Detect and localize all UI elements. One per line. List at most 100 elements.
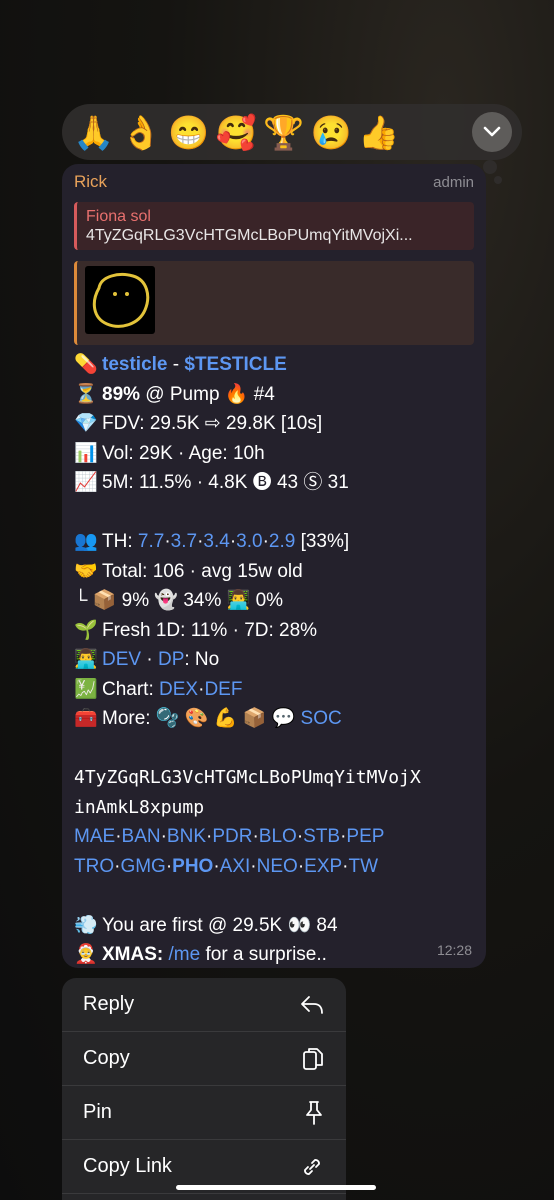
menu-copy[interactable]: Copy <box>62 1032 346 1086</box>
holder-link-2[interactable]: 3.7 <box>171 531 197 552</box>
holder-link-5[interactable]: 2.9 <box>269 531 295 552</box>
chart-yen-icon: 💹 <box>74 678 98 700</box>
contract-address-line-1[interactable]: 4TyZGqRLG3VcHTGMcLBoPUmqYitMVojX <box>74 763 474 793</box>
reaction-pray[interactable]: 🙏 <box>70 108 118 156</box>
bonding-rest: @ Pump 🔥 #4 <box>140 383 275 405</box>
total-holders-text: Total: 106 · avg 15w old <box>102 560 303 582</box>
reply-icon <box>301 995 323 1014</box>
sender-name[interactable]: Rick <box>74 172 107 192</box>
top-holders-label: TH: <box>102 531 138 552</box>
expand-reactions-button[interactable] <box>472 112 512 152</box>
holder-link-3[interactable]: 3.4 <box>203 531 229 552</box>
link-bnk[interactable]: BNK <box>167 826 206 847</box>
copy-icon <box>303 1047 323 1070</box>
fdv-line: 💎 FDV: 29.5K ⇨ 29.8K [10s] <box>74 409 474 439</box>
reaction-ok-hand[interactable]: 👌 <box>118 108 166 156</box>
dev-link[interactable]: DEV <box>102 649 141 670</box>
more-icons[interactable]: 🫧 🎨 💪 📦 💬 <box>156 708 301 729</box>
reaction-smiling-hearts[interactable]: 🥰 <box>213 108 261 156</box>
menu-copy-link-label: Copy Link <box>83 1155 172 1177</box>
platform-links-row-2: TRO·GMG·PHO·AXI·NEO·EXP·TW <box>74 852 474 882</box>
link-tro[interactable]: TRO <box>74 856 114 877</box>
seedling-icon: 🌱 <box>74 619 98 641</box>
reaction-thumbs-up[interactable]: 👍 <box>355 108 403 156</box>
dex-link[interactable]: DEX <box>159 679 198 700</box>
link-axi[interactable]: AXI <box>220 856 251 877</box>
link-pep[interactable]: PEP <box>346 826 384 847</box>
reaction-trophy[interactable]: 🏆 <box>260 108 308 156</box>
reaction-crying[interactable]: 😢 <box>308 108 356 156</box>
five-min-line: 📈 5M: 11.5% · 4.8K 🅑 43 Ⓢ 31 <box>74 468 474 498</box>
separator: · <box>141 649 158 670</box>
reaction-bar-tail <box>483 160 497 174</box>
message-header: Rick admin <box>74 172 474 192</box>
holder-breakdown-text: └ 📦 9% 👻 34% 👨‍💻 0% <box>74 590 284 611</box>
more-line: 🧰 More: 🫧 🎨 💪 📦 💬 SOC <box>74 704 474 734</box>
token-name-link[interactable]: testicle <box>102 354 167 375</box>
bonding-percent: 89% <box>102 383 141 405</box>
top-holders-line: 👥 TH: 7.7·3.7·3.4·3.0·2.9 [33%] <box>74 527 474 557</box>
link-stb[interactable]: STB <box>303 826 340 847</box>
link-exp[interactable]: EXP <box>304 856 342 877</box>
link-tw[interactable]: TW <box>349 856 379 877</box>
top-holders-total: [33%] <box>295 531 350 552</box>
technologist-icon: 👨‍💻 <box>74 649 98 670</box>
trend-up-icon: 📈 <box>74 472 98 493</box>
link-icon <box>304 1158 320 1175</box>
soc-link[interactable]: SOC <box>301 708 342 729</box>
link-ban[interactable]: BAN <box>122 826 161 847</box>
link-blo[interactable]: BLO <box>259 826 297 847</box>
link-neo[interactable]: NEO <box>257 856 298 877</box>
holder-breakdown-line: └ 📦 9% 👻 34% 👨‍💻 0% <box>74 586 474 616</box>
media-preview[interactable] <box>74 261 474 345</box>
contract-address-line-2[interactable]: inAmkL8xpump <box>74 793 474 823</box>
reaction-bar-tail-small <box>494 176 502 184</box>
link-mae[interactable]: MAE <box>74 826 115 847</box>
link-pdr[interactable]: PDR <box>212 826 252 847</box>
message-bubble[interactable]: Rick admin Fiona sol 4TyZGqRLG3VcHTGMcLB… <box>62 164 486 968</box>
context-menu: Reply Copy Pin Copy Link <box>62 978 346 1200</box>
token-image[interactable] <box>85 266 155 334</box>
xmas-label: XMAS: <box>102 944 164 965</box>
reply-author: Fiona sol <box>86 208 151 225</box>
fresh-text: Fresh 1D: 11% · 7D: 28% <box>102 619 318 641</box>
hourglass-icon: ⏳ <box>74 383 98 405</box>
def-link[interactable]: DEF <box>204 679 242 700</box>
fdv-text: FDV: 29.5K ⇨ 29.8K [10s] <box>102 413 323 434</box>
reply-text: 4TyZGqRLG3VcHTGMcLBoPUmqYitMVojXi... <box>86 227 413 244</box>
sender-role: admin <box>433 173 474 191</box>
link-pho[interactable]: PHO <box>172 856 213 877</box>
home-indicator[interactable] <box>176 1185 376 1190</box>
menu-pin-label: Pin <box>83 1101 112 1123</box>
dp-link[interactable]: DP <box>158 649 184 670</box>
bonding-line: ⏳ 89% @ Pump 🔥 #4 <box>74 380 474 410</box>
more-label: More: <box>102 708 156 729</box>
volume-line: 📊 Vol: 29K · Age: 10h <box>74 439 474 469</box>
chart-label: Chart: <box>102 678 160 700</box>
link-gmg[interactable]: GMG <box>120 856 165 877</box>
reaction-bar: 🙏 👌 😁 🥰 🏆 😢 👍 <box>62 104 522 160</box>
me-command-link[interactable]: /me <box>169 944 201 965</box>
dev-line: 👨‍💻 DEV · DP: No <box>74 645 474 675</box>
platform-links-row-1: MAE·BAN·BNK·PDR·BLO·STB·PEP <box>74 822 474 852</box>
dash-icon: 💨 <box>74 914 98 936</box>
potato-face-drawing <box>92 273 150 328</box>
reply-quote[interactable]: Fiona sol 4TyZGqRLG3VcHTGMcLBoPUmqYitMVo… <box>74 202 474 250</box>
fresh-line: 🌱 Fresh 1D: 11% · 7D: 28% <box>74 616 474 646</box>
reaction-grin[interactable]: 😁 <box>165 108 213 156</box>
handshake-icon: 🤝 <box>74 560 98 582</box>
menu-reply[interactable]: Reply <box>62 978 346 1032</box>
pill-icon: 💊 <box>74 354 98 375</box>
holder-link-1[interactable]: 7.7 <box>138 531 164 552</box>
mrs-claus-icon: 🤶 <box>74 944 98 965</box>
token-ticker-link[interactable]: $TESTICLE <box>184 354 286 375</box>
chart-line: 💹 Chart: DEX·DEF <box>74 675 474 705</box>
menu-copy-label: Copy <box>83 1047 130 1069</box>
message-time: 12:28 <box>436 942 472 958</box>
first-buyer-text: You are first @ 29.5K 👀 84 <box>102 914 338 936</box>
holder-link-4[interactable]: 3.0 <box>236 531 262 552</box>
menu-pin[interactable]: Pin <box>62 1086 346 1140</box>
people-icon: 👥 <box>74 531 98 552</box>
